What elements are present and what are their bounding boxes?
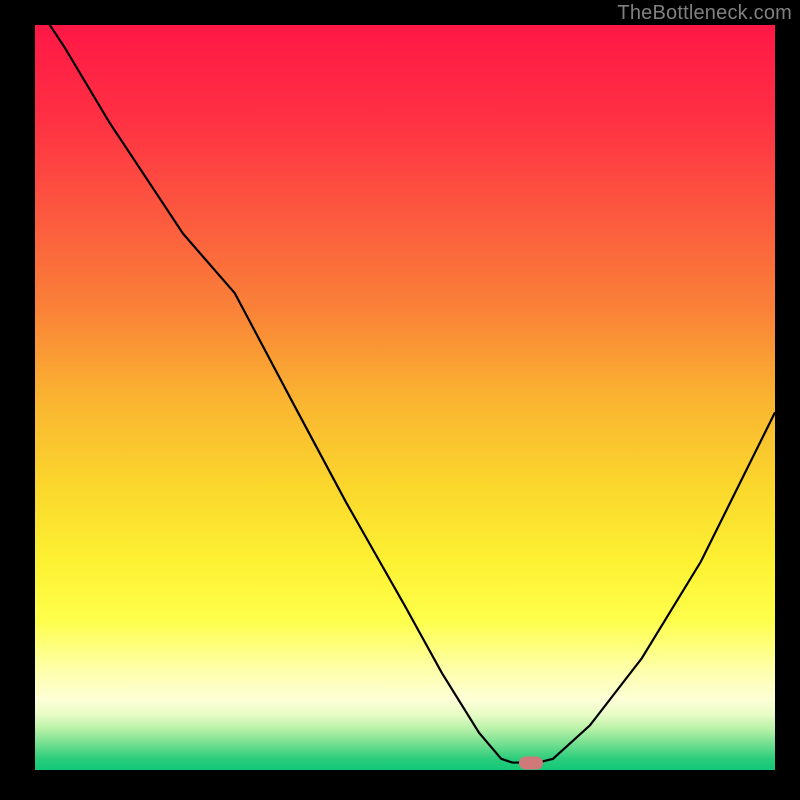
watermark-text: TheBottleneck.com: [617, 2, 792, 25]
curve-line: [35, 25, 775, 770]
plot-area: [35, 25, 775, 770]
bottleneck-marker: [519, 756, 543, 769]
